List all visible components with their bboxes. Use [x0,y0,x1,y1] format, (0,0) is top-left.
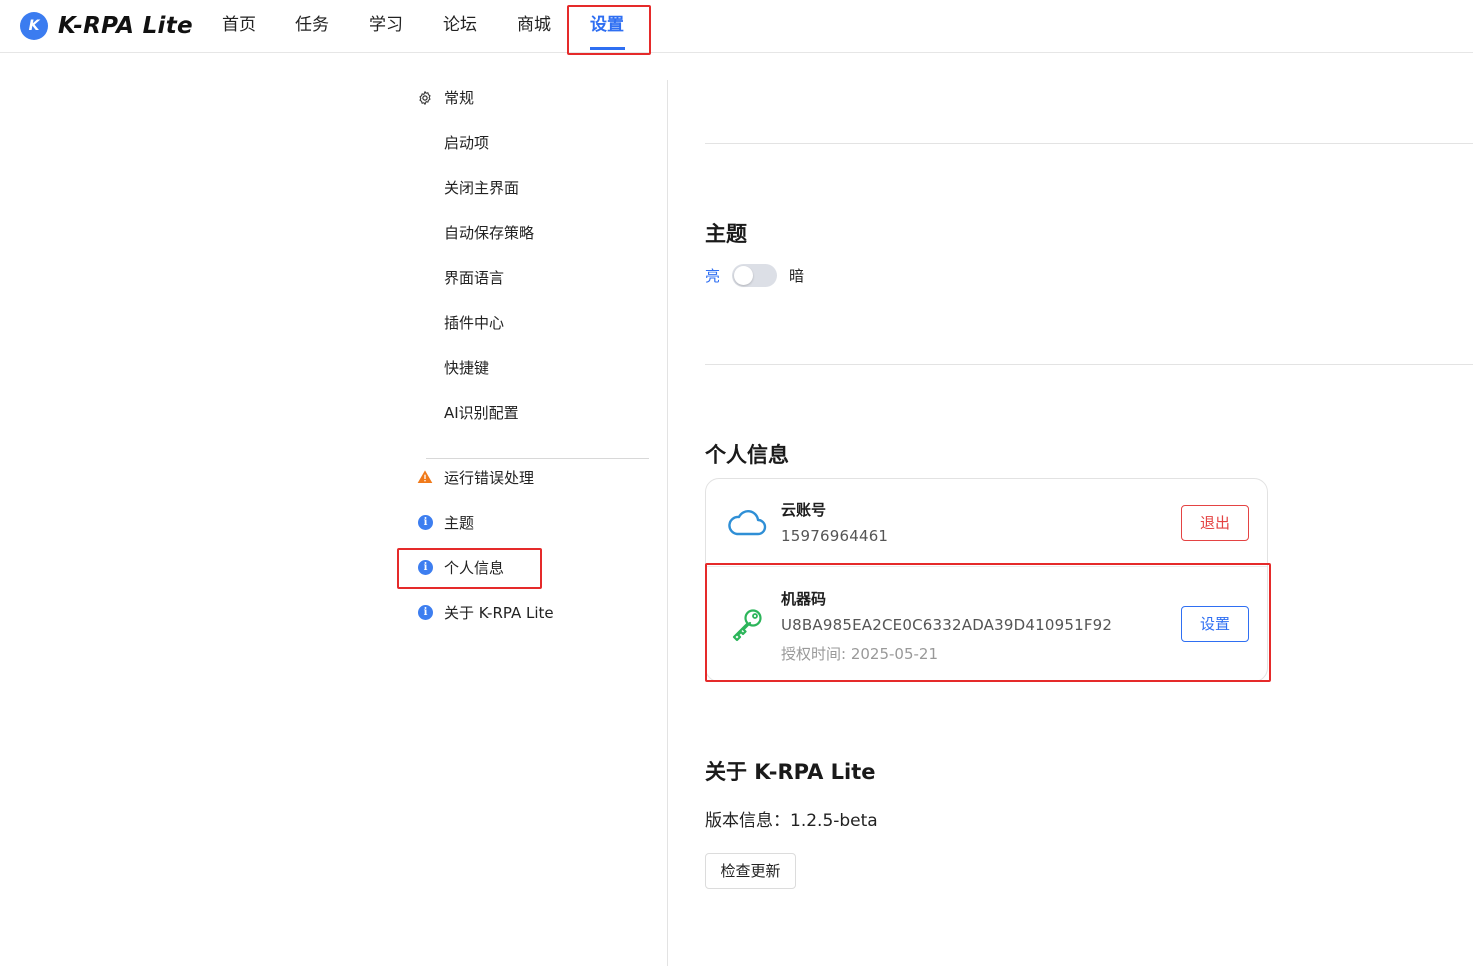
sidebar-item-general[interactable]: 常规 [444,87,474,109]
sidebar-item-startup[interactable]: 启动项 [444,132,489,154]
gear-icon [419,91,431,105]
highlight-box-personal-info [397,548,542,589]
app-logo[interactable]: K K-RPA Lite [20,12,193,40]
sidebar-item-plugin-center[interactable]: 插件中心 [444,312,504,334]
theme-light-label: 亮 [705,266,721,285]
check-update-button[interactable]: 检查更新 [705,853,796,889]
section-divider [705,143,1473,144]
app-name: K-RPA Lite [58,13,193,39]
logo-badge: K [20,12,48,40]
sidebar-item-shortcuts[interactable]: 快捷键 [444,357,489,379]
theme-toggle-switch[interactable] [732,263,778,287]
nav-forum[interactable]: 论坛 [443,13,477,37]
cloud-account-title: 云账号 [781,501,827,519]
nav-learn[interactable]: 学习 [369,13,403,37]
logout-button[interactable]: 退出 [1181,505,1249,541]
sidebar-item-autosave-policy[interactable]: 自动保存策略 [444,222,534,244]
cloud-icon [728,510,767,536]
warning-icon [417,470,433,483]
section-divider [705,364,1473,365]
cloud-account-value: 15976964461 [781,527,889,545]
nav-tasks[interactable]: 任务 [295,13,329,37]
theme-dark-label: 暗 [789,266,805,285]
theme-toggle-row: 亮 暗 [705,263,804,287]
profile-section-title: 个人信息 [705,443,789,467]
top-navigation-bar: K K-RPA Lite 首页 任务 学习 论坛 商城 设置 [0,0,1473,53]
sidebar-item-interface-language[interactable]: 界面语言 [444,267,504,289]
sidebar-item-theme[interactable]: 主题 [444,512,474,534]
about-section-title: 关于 K-RPA Lite [705,760,876,784]
sidebar-item-run-error-handling[interactable]: 运行错误处理 [444,467,534,489]
toggle-knob [734,265,754,285]
sidebar-separator [426,458,649,459]
sidebar-item-ai-recognition-config[interactable]: AI识别配置 [444,402,519,424]
highlight-box-settings-tab [567,5,651,55]
nav-store[interactable]: 商城 [517,13,551,37]
info-icon: i [418,605,433,620]
sidebar-divider [667,80,668,966]
theme-section-title: 主题 [705,222,747,246]
sidebar-item-about[interactable]: 关于 K-RPA Lite [444,602,554,624]
version-info: 版本信息：1.2.5-beta [705,811,878,831]
highlight-box-machine-code [705,563,1271,682]
sidebar-item-close-main-window[interactable]: 关闭主界面 [444,177,519,199]
info-icon: i [418,515,433,530]
nav-home[interactable]: 首页 [222,13,256,37]
